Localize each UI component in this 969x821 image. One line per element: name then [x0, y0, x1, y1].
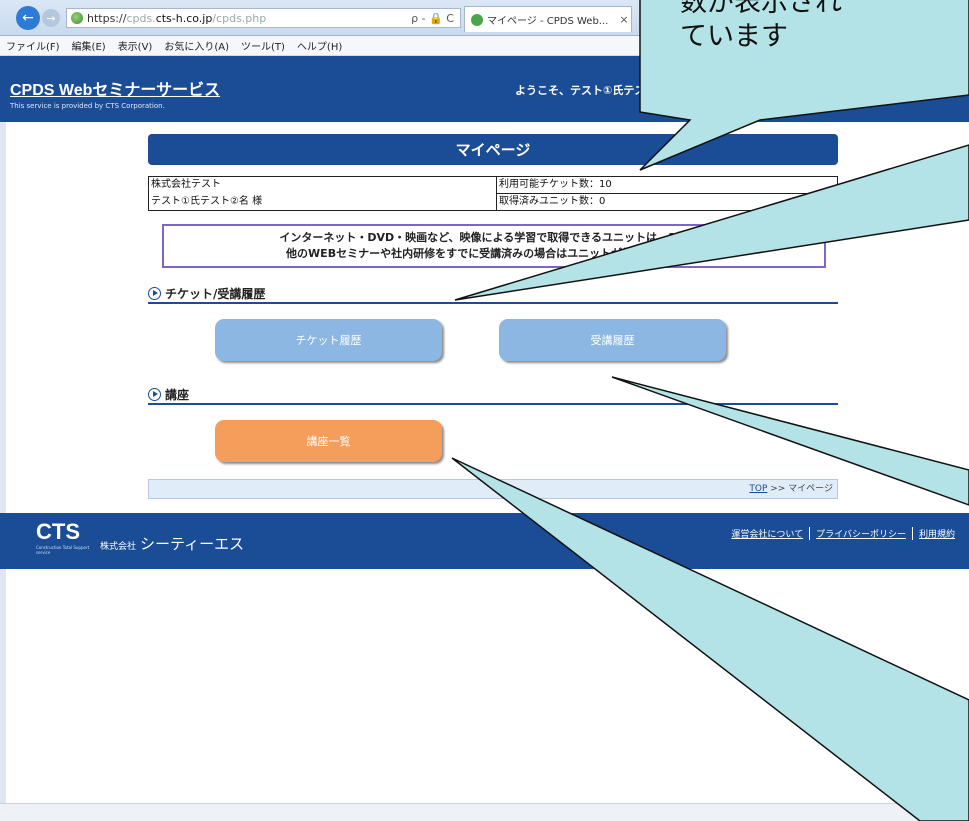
footer-link-about[interactable]: 運営会社について [725, 527, 811, 540]
footer-link-privacy[interactable]: プライバシーポリシー [810, 527, 913, 540]
callout-bubble-right-upper [454, 144, 969, 301]
site-logo[interactable]: CPDS Webセミナーサービス [10, 76, 220, 100]
user-name: テスト①氏テスト②名 様 [151, 196, 263, 207]
notice-line-2-head: 他のWEBセミナーや社内研修をすでに受講済みの場合はユニットが加算 [286, 247, 645, 260]
breadcrumb-top-link[interactable]: TOP [749, 484, 767, 494]
url-path: /cpds.php [212, 11, 267, 25]
play-circle-icon [148, 286, 161, 300]
page-frame [0, 56, 6, 803]
back-arrow-icon[interactable]: ← [16, 6, 40, 30]
notice-line-2-tail: あります。 [648, 247, 702, 260]
tab-favicon-icon [471, 13, 483, 26]
user-info-left: 株式会社テスト テスト①氏テスト②名 様 [149, 177, 497, 210]
address-tools[interactable]: ρ - 🔒 C [411, 12, 454, 25]
site-header: CPDS Webセミナーサービス This service is provide… [0, 56, 969, 122]
ticket-history-button[interactable]: チケット履歴 [215, 319, 442, 361]
play-circle-icon [148, 387, 161, 401]
acquired-units: 取得済みユニット数：0 [499, 196, 606, 207]
page-title: マイページ [148, 134, 838, 165]
callout-text: 数が表示され ています [680, 0, 842, 54]
url-scheme: https:// [87, 11, 127, 25]
forward-arrow-icon[interactable]: → [42, 9, 60, 27]
callout-line-2: ています [680, 21, 788, 52]
site-subtitle: This service is provided by CTS Corporat… [10, 102, 165, 110]
callout-overlay [451, 0, 969, 821]
course-list-button[interactable]: 講座一覧 [215, 420, 442, 462]
section-title-tickets: チケット/受講履歴 [165, 286, 266, 301]
company-name-footer: シーティーエス [140, 535, 245, 553]
menu-favorites[interactable]: お気に入り(A) [164, 38, 229, 53]
menu-edit[interactable]: 編集(E) [72, 38, 106, 53]
zoom-level[interactable]: 🔍100 [913, 807, 941, 817]
url-subdomain: cpds. [126, 11, 156, 25]
menu-help[interactable]: ヘルプ(H) [297, 38, 342, 53]
site-footer: CTS Construction Total Support service 株… [0, 513, 969, 569]
browser-window: ← → https:// cpds. cts-h.co.jp /cpds.php… [0, 0, 969, 821]
section-title-courses: 講座 [165, 387, 190, 402]
browser-tab[interactable]: マイページ - CPDS Web... × [464, 6, 632, 32]
status-bar: 🔍100 [0, 803, 969, 821]
company-prefix: 株式会社 [100, 542, 137, 552]
address-bar[interactable]: https:// cpds. cts-h.co.jp /cpds.php ρ -… [66, 8, 461, 28]
company-logo: 株式会社 シーティーエス [100, 533, 244, 554]
breadcrumb-current: >> マイページ [767, 484, 833, 494]
menu-file[interactable]: ファイル(F) [6, 38, 60, 53]
footer-links: 運営会社について プライバシーポリシー 利用規約 [725, 527, 961, 540]
notice-line-2: 他のWEBセミナーや社内研修をすでに受講済みの場合はユニットが加算 あります。 [286, 246, 702, 262]
tab-title: マイページ - CPDS Web... [487, 16, 609, 27]
breadcrumb: TOP >> マイページ [148, 479, 838, 499]
section-heading-tickets: チケット/受講履歴 [148, 284, 838, 304]
close-tab-icon[interactable]: × [617, 13, 631, 26]
section-heading-courses: 講座 [148, 385, 838, 405]
cts-logo[interactable]: CTS [36, 519, 80, 545]
cts-logo-tagline: Construction Total Support service [36, 545, 90, 555]
user-info-table: 株式会社テスト テスト①氏テスト②名 様 利用可能チケット数：10 取得済みユニ… [148, 176, 838, 211]
callout-line-1: 数が表示され [680, 0, 842, 18]
url-host: cts-h.co.jp [155, 11, 213, 25]
company-name: 株式会社テスト [151, 179, 221, 190]
notice-box: インターネット・DVD・映画など、映像による学習で取得できるユニットは、1年間で… [162, 224, 826, 268]
site-favicon-icon [71, 12, 83, 24]
notice-line-1: インターネット・DVD・映画など、映像による学習で取得できるユニットは、1年間で [279, 231, 709, 244]
available-tickets: 利用可能チケット数：10 [497, 177, 837, 194]
footer-link-terms[interactable]: 利用規約 [913, 527, 961, 540]
course-history-button[interactable]: 受講履歴 [499, 319, 726, 361]
user-info-right: 利用可能チケット数：10 取得済みユニット数：0 [497, 177, 837, 210]
welcome-message: ようこそ、テスト①氏テスト②名 [515, 84, 677, 97]
menu-view[interactable]: 表示(V) [118, 38, 153, 53]
menu-tools[interactable]: ツール(T) [241, 38, 285, 53]
